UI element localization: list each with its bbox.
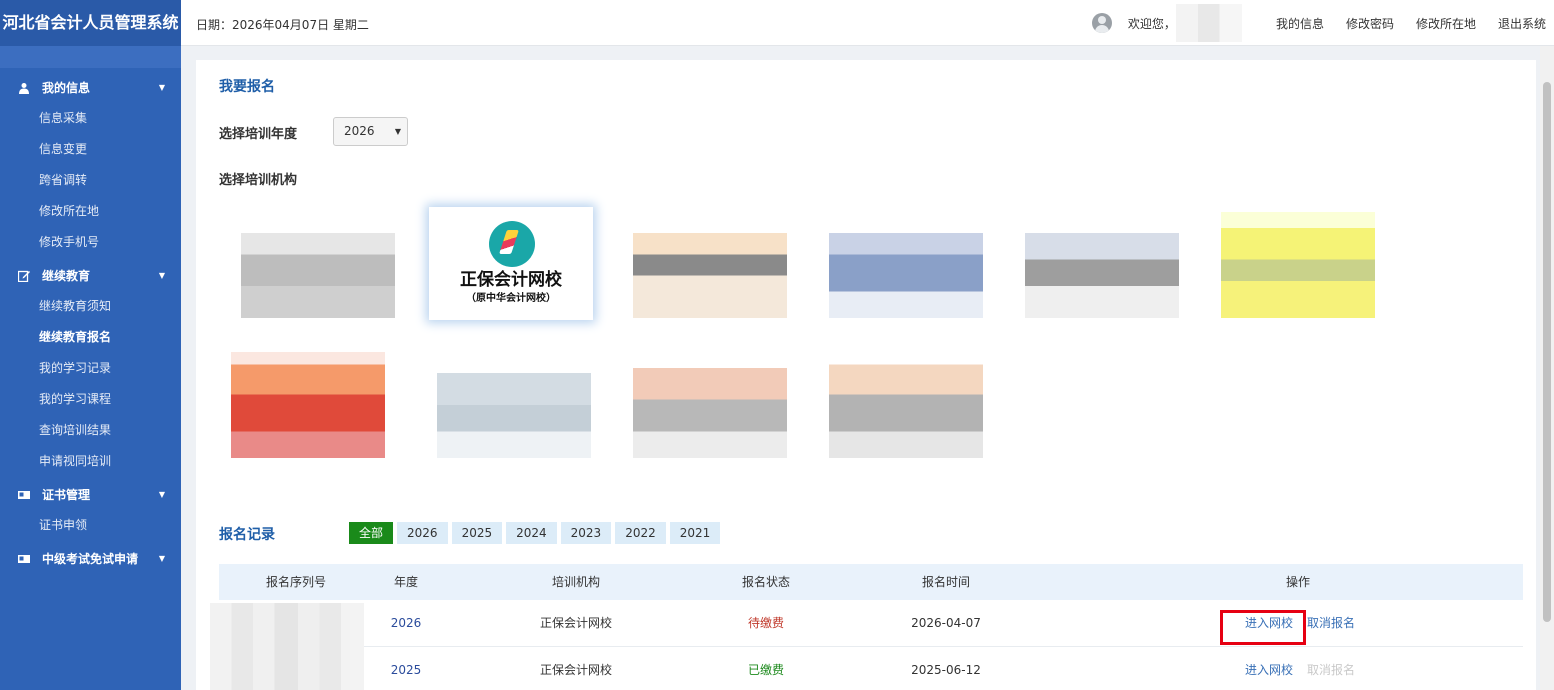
sidebar-group-exam-exemption[interactable]: 中级考试免试申请 ▼	[0, 543, 181, 574]
chevron-down-icon: ▼	[394, 127, 401, 136]
username-redacted	[1175, 4, 1242, 42]
institution-card-5[interactable]	[1013, 200, 1191, 330]
chevron-down-icon: ▼	[158, 83, 165, 92]
chevron-down-icon: ▼	[158, 271, 165, 280]
sidebar-group-label: 中级考试免试申请	[42, 552, 139, 566]
year-filter-tabs: 全部 2026 2025 2024 2023 2022 2021	[349, 522, 724, 544]
column-header: 报名时间	[921, 575, 970, 589]
records-table-header: 报名序列号 年度 培训机构 报名状态 报名时间 操作	[219, 564, 1523, 600]
sidebar-item-info-collect[interactable]: 信息采集	[0, 103, 181, 134]
institution-card-6[interactable]	[1209, 200, 1387, 330]
record-status: 待缴费	[747, 616, 784, 630]
scrollbar-thumb[interactable]	[1543, 82, 1551, 622]
cancel-signup-link-disabled: 取消报名	[1306, 663, 1355, 677]
institution-label: 选择培训机构	[219, 173, 298, 188]
record-time: 2025-06-12	[911, 663, 981, 677]
year-label: 选择培训年度	[219, 127, 298, 142]
enter-school-link[interactable]: 进入网校	[1243, 647, 1295, 690]
chevron-down-icon: ▼	[158, 490, 165, 499]
tab-2024[interactable]: 2024	[506, 522, 557, 544]
change-location-link[interactable]: 修改所在地	[1416, 15, 1476, 32]
year-select[interactable]: 2026 ▼	[333, 117, 408, 146]
sidebar-group-certificate[interactable]: 证书管理 ▼	[0, 479, 181, 510]
column-header: 报名状态	[741, 575, 790, 589]
column-header: 培训机构	[551, 575, 600, 589]
institution-card-8[interactable]	[425, 340, 603, 470]
tab-2026[interactable]: 2026	[397, 522, 448, 544]
highlight-box	[1220, 610, 1306, 645]
tab-2022[interactable]: 2022	[615, 522, 666, 544]
record-institution: 正保会计网校	[539, 616, 612, 630]
top-header: 河北省会计人员管理系统 日期：2026年04月07日 星期二 欢迎您， 我的信息…	[0, 0, 1554, 46]
app-title: 河北省会计人员管理系统	[0, 0, 181, 46]
institution-card-3[interactable]	[621, 200, 799, 330]
edit-icon	[18, 270, 30, 282]
institution-card-9[interactable]	[621, 340, 799, 470]
institution-card-1[interactable]	[229, 200, 407, 330]
avatar-icon	[1091, 13, 1112, 33]
tab-2021[interactable]: 2021	[669, 522, 721, 544]
card-icon	[18, 490, 30, 499]
sidebar-item-edu-signup[interactable]: 继续教育报名	[0, 322, 181, 353]
record-year[interactable]: 2026	[373, 600, 439, 647]
current-date: 日期：2026年04月07日 星期二	[196, 18, 369, 32]
sidebar-strip	[0, 46, 181, 68]
cancel-signup-link[interactable]: 取消报名	[1305, 600, 1357, 647]
zhengbao-logo-icon	[489, 221, 535, 267]
institution-card-7[interactable]	[219, 340, 397, 470]
main-panel: 我要报名 选择培训年度 2026 ▼ 选择培训机构 正保会计网校 （原中华会计网…	[196, 60, 1536, 690]
vertical-scrollbar[interactable]	[1540, 46, 1554, 690]
table-row: 2026 正保会计网校 待缴费 2026-04-07 进入网校 取消报名	[219, 600, 1523, 647]
sidebar-item-equivalent-training[interactable]: 申请视同培训	[0, 446, 181, 477]
year-select-value: 2026	[344, 124, 375, 138]
column-header: 报名序列号	[265, 575, 326, 589]
sidebar-item-training-result[interactable]: 查询培训结果	[0, 415, 181, 446]
sidebar-item-phone[interactable]: 修改手机号	[0, 227, 181, 258]
signup-title: 我要报名	[219, 79, 275, 95]
sidebar-item-edu-notice[interactable]: 继续教育须知	[0, 291, 181, 322]
sidebar: 我的信息 ▼ 信息采集 信息变更 跨省调转 修改所在地 修改手机号 继续教育 ▼…	[0, 46, 181, 690]
tab-2025[interactable]: 2025	[451, 522, 503, 544]
record-time: 2026-04-07	[911, 616, 981, 630]
sidebar-item-study-record[interactable]: 我的学习记录	[0, 353, 181, 384]
record-institution: 正保会计网校	[539, 663, 612, 677]
institution-name: 正保会计网校	[460, 270, 562, 290]
institution-card-zhengbao[interactable]: 正保会计网校 （原中华会计网校）	[429, 207, 593, 320]
sidebar-group-education[interactable]: 继续教育 ▼	[0, 260, 181, 291]
institution-subname: （原中华会计网校）	[466, 293, 556, 304]
institution-card-4[interactable]	[817, 200, 995, 330]
tab-2023[interactable]: 2023	[560, 522, 612, 544]
card-icon	[18, 554, 30, 563]
sidebar-group-label: 证书管理	[42, 488, 91, 502]
sidebar-item-location[interactable]: 修改所在地	[0, 196, 181, 227]
welcome-text: 欢迎您，	[1127, 16, 1176, 31]
table-row: 2025 正保会计网校 已缴费 2025-06-12 进入网校 取消报名	[219, 647, 1523, 690]
serial-number-redacted	[210, 603, 364, 690]
chevron-down-icon: ▼	[158, 554, 165, 563]
user-icon	[19, 82, 29, 94]
sidebar-item-my-courses[interactable]: 我的学习课程	[0, 384, 181, 415]
records-title: 报名记录	[219, 527, 275, 543]
sidebar-group-my-info[interactable]: 我的信息 ▼	[0, 72, 181, 103]
institution-card-10[interactable]	[817, 340, 995, 470]
tab-all[interactable]: 全部	[349, 522, 394, 544]
change-password-link[interactable]: 修改密码	[1346, 15, 1394, 32]
record-year[interactable]: 2025	[373, 647, 439, 690]
column-header: 操作	[1285, 575, 1310, 589]
sidebar-group-label: 继续教育	[42, 269, 91, 283]
logout-link[interactable]: 退出系统	[1498, 15, 1546, 32]
column-header: 年度	[393, 575, 418, 589]
sidebar-item-cert-apply[interactable]: 证书申领	[0, 510, 181, 541]
user-bar: 欢迎您， 我的信息 修改密码 修改所在地 退出系统	[1091, 0, 1546, 46]
sidebar-group-label: 我的信息	[42, 81, 91, 95]
my-info-link[interactable]: 我的信息	[1276, 15, 1324, 32]
sidebar-item-info-change[interactable]: 信息变更	[0, 134, 181, 165]
record-status: 已缴费	[747, 663, 784, 677]
sidebar-item-transfer[interactable]: 跨省调转	[0, 165, 181, 196]
